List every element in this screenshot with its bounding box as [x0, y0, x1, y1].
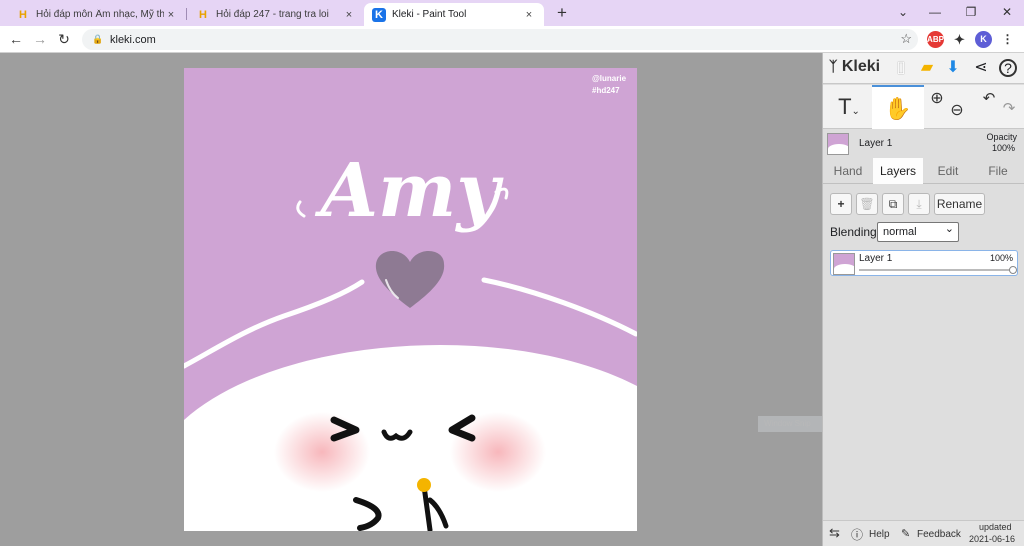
minimize-icon[interactable]: —: [918, 2, 952, 22]
tab-search-chevron-icon[interactable]: ⌄: [886, 2, 920, 22]
layer-opacity-slider[interactable]: [859, 266, 1017, 274]
tab-kleki[interactable]: K Kleki - Paint Tool ×: [364, 3, 544, 26]
kleki-favicon: K: [372, 7, 386, 22]
tab-close-icon[interactable]: ×: [164, 9, 178, 21]
open-folder-icon[interactable]: ▰: [917, 58, 937, 78]
tab-layers[interactable]: Layers: [873, 158, 923, 184]
layer-name: Layer 1: [859, 138, 893, 149]
undo-icon[interactable]: ↶: [979, 85, 999, 129]
url-text: kleki.com: [110, 33, 156, 46]
star-icon[interactable]: ☆: [900, 31, 912, 47]
opacity-value: 100%: [991, 143, 1015, 153]
tab-hoidap-amnhac[interactable]: H Hỏi đáp môn Âm nhạc, Mỹ thuật ×: [8, 3, 186, 26]
profile-avatar[interactable]: K: [975, 31, 992, 48]
updated-date: 2021-06-16: [969, 534, 1016, 544]
url-field[interactable]: 🔒 kleki.com ☆: [82, 29, 918, 50]
yellow-dot: [417, 478, 431, 492]
panel-top-bar: ᛉ Kleki ▯ ▰ ⬇ ⋖ ?: [823, 53, 1024, 84]
add-layer-button[interactable]: +: [830, 193, 852, 215]
forward-icon[interactable]: →: [30, 29, 50, 49]
lock-icon: 🔒: [92, 34, 104, 44]
delete-layer-button[interactable]: 🗑: [856, 193, 878, 215]
tab-close-icon[interactable]: ×: [522, 9, 536, 21]
watermark-line-2: #hd247: [592, 86, 620, 95]
zoom-in-icon[interactable]: ⊕: [927, 85, 947, 129]
opacity-label: Opacity: [986, 132, 1017, 142]
download-icon[interactable]: ⬇: [943, 58, 963, 78]
new-tab-button[interactable]: +: [552, 3, 572, 23]
artwork: Amy: [184, 148, 637, 531]
help-icon[interactable]: ?: [999, 59, 1017, 77]
swap-side-icon[interactable]: ⇆: [829, 525, 840, 541]
amy-name-text: Amy: [315, 148, 505, 234]
menu-icon[interactable]: ⋮: [999, 31, 1016, 48]
layer-list-item[interactable]: Layer 1 100%: [830, 250, 1018, 276]
layer-item-opacity: 100%: [989, 253, 1013, 263]
tool-row: T⌄ ✋ ⊕ ⊖ ↶ ↷: [823, 85, 1024, 129]
updated-label: updated: [979, 522, 1012, 532]
tab-title: Hỏi đáp môn Âm nhạc, Mỹ thuật: [36, 9, 164, 20]
tab-close-icon[interactable]: ×: [342, 9, 356, 21]
panel-footer: ⇆ ⓘ Help ✎ Feedback updated 2021-06-16: [823, 520, 1024, 546]
window-close-icon[interactable]: ✕: [990, 2, 1024, 22]
back-icon[interactable]: ←: [6, 29, 26, 49]
layer-item-name: Layer 1: [859, 253, 893, 264]
tab-file[interactable]: File: [973, 158, 1023, 184]
merge-down-button[interactable]: ⤓: [908, 193, 930, 215]
kleki-side-panel: ᛉ Kleki ▯ ▰ ⬇ ⋖ ? T⌄ ✋ ⊕ ⊖ ↶ ↷ Layer 1 O…: [822, 53, 1024, 546]
tab-separator: [186, 8, 187, 20]
feedback-link[interactable]: Feedback: [917, 529, 961, 540]
right-outline-curve: [481, 277, 637, 337]
help-link[interactable]: Help: [869, 529, 890, 540]
hand-tool-icon[interactable]: ✋: [872, 85, 924, 129]
layer-thumbnail: [827, 133, 849, 155]
hoidap-favicon: H: [19, 8, 27, 21]
reload-icon[interactable]: ↻: [54, 29, 74, 49]
new-image-icon[interactable]: ▯: [891, 58, 911, 78]
tab-edit[interactable]: Edit: [925, 158, 971, 184]
tab-title: Kleki - Paint Tool: [392, 9, 467, 20]
rename-button[interactable]: Rename: [934, 193, 985, 215]
drawing-canvas[interactable]: Amy @lunarie #hd247: [184, 68, 637, 531]
layer-item-thumbnail: [833, 253, 855, 275]
current-layer-row[interactable]: Layer 1 Opacity 100%: [823, 130, 1024, 158]
tab-hand[interactable]: Hand: [825, 158, 871, 184]
tab-title: Hỏi đáp 247 - trang tra loi: [216, 9, 329, 20]
adblock-icon[interactable]: ABP: [927, 31, 944, 48]
white-body-shape: [184, 344, 637, 531]
blending-label: Blending: [830, 225, 877, 239]
kleki-logo: ᛉ Kleki: [829, 58, 881, 75]
browser-tab-bar: H Hỏi đáp môn Âm nhạc, Mỹ thuật × H Hỏi …: [0, 0, 1024, 26]
restore-icon[interactable]: ❐: [954, 2, 988, 22]
panel-tabs: Hand Layers Edit File: [823, 158, 1024, 184]
watermark: @lunarie #hd247: [592, 73, 626, 97]
text-tool-icon[interactable]: T⌄: [831, 85, 867, 129]
puzzle-icon[interactable]: ✦: [951, 31, 968, 48]
tab-hoidap-247[interactable]: H Hỏi đáp 247 - trang tra loi ×: [188, 3, 364, 26]
slider-knob[interactable]: [1009, 266, 1017, 274]
watermark-line-1: @lunarie: [592, 74, 627, 83]
duplicate-layer-button[interactable]: ⧉: [882, 193, 904, 215]
left-blush: [274, 412, 370, 492]
share-icon[interactable]: ⋖: [971, 58, 991, 78]
blending-select[interactable]: normal: [877, 220, 959, 242]
kleki-logo-text: Kleki: [841, 58, 881, 75]
left-outline-curve: [184, 279, 365, 369]
hoidap-favicon: H: [199, 8, 207, 21]
help-circle-icon[interactable]: ⓘ: [851, 526, 863, 543]
address-bar: ← → ↻ 🔒 kleki.com ☆ ABP ✦ K ⋮: [0, 26, 1024, 53]
feedback-icon[interactable]: ✎: [901, 527, 910, 540]
